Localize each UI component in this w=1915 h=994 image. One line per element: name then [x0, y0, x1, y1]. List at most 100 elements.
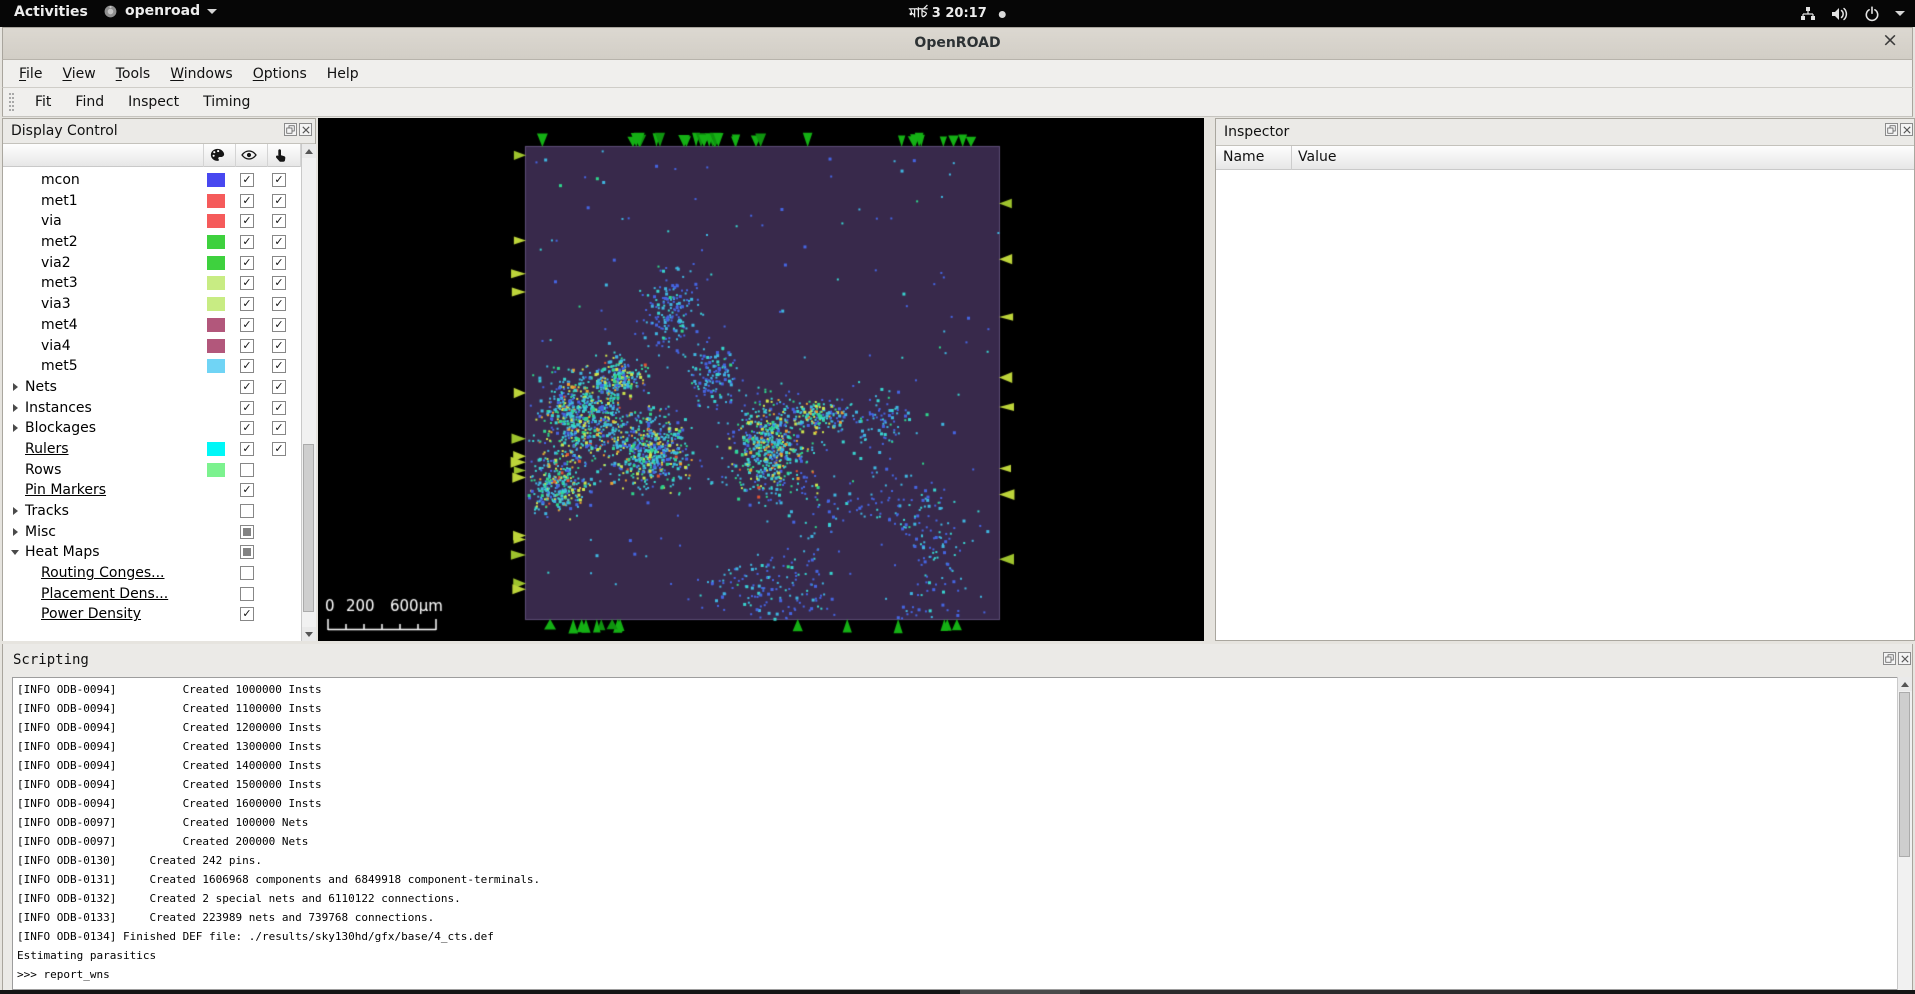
selectable-checkbox-via3[interactable]: ✓ — [272, 297, 286, 312]
scroll-up-icon[interactable] — [302, 144, 316, 158]
visible-checkbox-misc[interactable] — [240, 524, 254, 539]
visible-checkbox-rows[interactable] — [240, 462, 254, 477]
visible-checkbox-via4[interactable]: ✓ — [240, 338, 254, 353]
menu-options[interactable]: Options — [243, 62, 317, 86]
scrollbar-thumb[interactable] — [1899, 692, 1910, 857]
visible-checkbox-met5[interactable]: ✓ — [240, 359, 254, 374]
color-swatch-met5[interactable] — [207, 359, 225, 374]
app-menu[interactable]: openroad — [103, 3, 218, 19]
chevron-right-icon[interactable] — [13, 403, 18, 412]
color-swatch-met1[interactable] — [207, 193, 225, 208]
close-panel-button[interactable] — [1900, 123, 1913, 136]
selectable-checkbox-met5[interactable]: ✓ — [272, 359, 286, 374]
color-swatch-via4[interactable] — [207, 338, 225, 353]
window-close-button[interactable]: × — [1882, 31, 1898, 50]
selectable-checkbox-instances[interactable]: ✓ — [272, 400, 286, 415]
visible-checkbox-blockages[interactable]: ✓ — [240, 421, 254, 436]
scrollbar-thumb[interactable] — [303, 444, 314, 612]
visible-checkbox-met2[interactable]: ✓ — [240, 235, 254, 250]
tree-label-rulers[interactable]: Rulers — [25, 441, 69, 457]
selectable-checkbox-via2[interactable]: ✓ — [272, 255, 286, 270]
window-titlebar[interactable]: OpenROAD × — [2, 27, 1913, 60]
scroll-up-icon[interactable] — [1898, 677, 1912, 691]
chevron-right-icon[interactable] — [13, 382, 18, 391]
visible-checkbox-via3[interactable]: ✓ — [240, 297, 254, 312]
column-value[interactable]: Value — [1298, 149, 1336, 165]
tree-label-pin-markers[interactable]: Pin Markers — [25, 482, 106, 498]
selectable-checkbox-met2[interactable]: ✓ — [272, 235, 286, 250]
menu-view[interactable]: View — [52, 62, 105, 86]
selectable-checkbox-met4[interactable]: ✓ — [272, 317, 286, 332]
chevron-right-icon[interactable] — [13, 507, 18, 515]
clock[interactable]: মার্চ 3 20:17 — [909, 4, 1006, 25]
close-panel-button[interactable] — [1898, 652, 1911, 665]
selectable-checkbox-via4[interactable]: ✓ — [272, 338, 286, 353]
layout-viewport[interactable] — [318, 118, 1204, 641]
color-swatch-met4[interactable] — [207, 317, 225, 332]
layout-canvas[interactable] — [318, 118, 1204, 641]
tree-label-placement-dens[interactable]: Placement Dens... — [41, 586, 168, 602]
chevron-right-icon[interactable] — [13, 424, 18, 433]
column-divider[interactable] — [1291, 146, 1292, 170]
visible-checkbox-routing-conges[interactable] — [240, 566, 254, 581]
color-swatch-via2[interactable] — [207, 255, 225, 270]
color-swatch-mcon[interactable] — [207, 173, 225, 187]
find-button[interactable]: Find — [63, 90, 116, 114]
visible-checkbox-met3[interactable]: ✓ — [240, 276, 254, 291]
selectable-checkbox-met3[interactable]: ✓ — [272, 276, 286, 291]
palette-icon[interactable] — [203, 148, 231, 161]
selectable-checkbox-blockages[interactable]: ✓ — [272, 421, 286, 436]
visible-checkbox-instances[interactable]: ✓ — [240, 400, 254, 415]
visible-checkbox-tracks[interactable] — [240, 504, 254, 518]
visible-checkbox-rulers[interactable]: ✓ — [240, 441, 254, 456]
selectable-checkbox-nets[interactable]: ✓ — [272, 379, 286, 394]
tree-label-routing-conges[interactable]: Routing Conges... — [41, 565, 164, 581]
system-status-area[interactable] — [1800, 0, 1905, 27]
menu-tools[interactable]: Tools — [106, 62, 161, 86]
float-panel-button[interactable] — [1885, 123, 1898, 136]
visible-checkbox-heat-maps[interactable] — [240, 545, 254, 560]
color-swatch-via[interactable] — [207, 214, 225, 229]
selectable-checkbox-mcon[interactable]: ✓ — [272, 173, 286, 187]
float-panel-button[interactable] — [284, 123, 297, 136]
inspect-button[interactable]: Inspect — [116, 90, 191, 114]
select-hand-icon[interactable] — [267, 148, 295, 162]
selectable-checkbox-met1[interactable]: ✓ — [272, 193, 286, 208]
selectable-checkbox-via[interactable]: ✓ — [272, 214, 286, 229]
float-panel-button[interactable] — [1883, 652, 1896, 665]
visible-checkbox-nets[interactable]: ✓ — [240, 379, 254, 394]
color-swatch-via3[interactable] — [207, 297, 225, 312]
eye-icon[interactable] — [235, 148, 263, 161]
chevron-right-icon[interactable] — [13, 527, 18, 536]
activities-button[interactable]: Activities — [14, 4, 88, 20]
selectable-checkbox-rulers[interactable]: ✓ — [272, 441, 286, 456]
menu-file[interactable]: File — [9, 62, 52, 86]
tree-label-blockages: Blockages — [25, 420, 96, 437]
log-output[interactable]: [INFO ODB-0094] Created 1000000 Insts [IN… — [12, 677, 1903, 990]
color-swatch-met3[interactable] — [207, 276, 225, 291]
scroll-down-icon[interactable] — [302, 627, 316, 641]
visible-checkbox-met1[interactable]: ✓ — [240, 193, 254, 208]
scripting-scrollbar[interactable] — [1897, 677, 1912, 990]
tree-row-met5: met5 ✓ ✓ — [3, 356, 301, 377]
menu-windows[interactable]: Windows — [160, 62, 243, 86]
menu-help[interactable]: Help — [317, 62, 369, 86]
visible-checkbox-via[interactable]: ✓ — [240, 214, 254, 229]
color-swatch-met2[interactable] — [207, 235, 225, 250]
visible-checkbox-placement-dens[interactable] — [240, 586, 254, 601]
visible-checkbox-power-density[interactable]: ✓ — [240, 607, 254, 622]
visible-checkbox-via2[interactable]: ✓ — [240, 255, 254, 270]
fit-button[interactable]: Fit — [23, 90, 63, 114]
visible-checkbox-met4[interactable]: ✓ — [240, 317, 254, 332]
chevron-down-icon[interactable] — [11, 550, 19, 556]
toolbar-drag-handle[interactable] — [9, 93, 14, 111]
visible-checkbox-mcon[interactable]: ✓ — [240, 173, 254, 187]
display-control-scrollbar[interactable] — [301, 144, 316, 641]
timing-button[interactable]: Timing — [191, 90, 262, 114]
column-name[interactable]: Name — [1223, 149, 1264, 165]
color-swatch-rulers[interactable] — [207, 441, 225, 456]
close-panel-button[interactable] — [299, 123, 312, 136]
color-swatch-rows[interactable] — [207, 462, 225, 477]
visible-checkbox-pin-markers[interactable]: ✓ — [240, 483, 254, 498]
tree-label-power-density[interactable]: Power Density — [41, 606, 141, 622]
